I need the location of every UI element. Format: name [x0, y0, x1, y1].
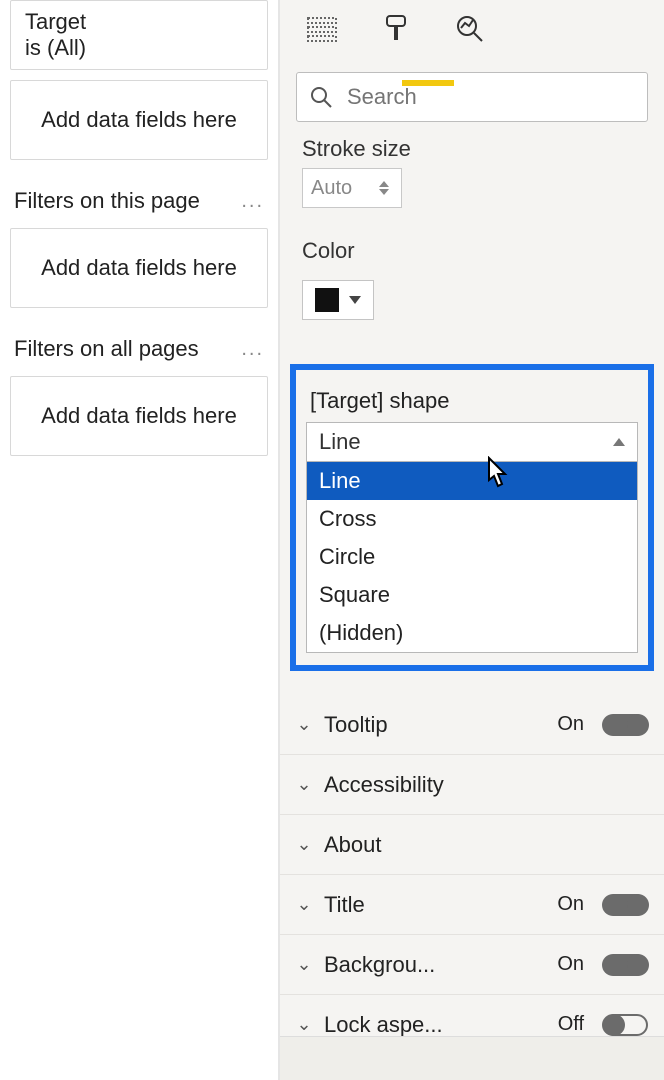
page-filters-more-icon[interactable]: ...: [241, 190, 264, 213]
target-shape-options: Line Cross Circle Square (Hidden): [306, 462, 638, 653]
target-shape-group: [Target] shape Line Line Cross Circle Sq…: [290, 364, 654, 671]
color-swatch: [315, 288, 339, 312]
all-pages-filters-more-icon[interactable]: ...: [241, 338, 264, 361]
search-box[interactable]: [296, 72, 648, 122]
caret-down-icon: [349, 296, 361, 304]
section-title: Lock aspe...: [324, 1012, 546, 1038]
section-title: Tooltip: [324, 712, 545, 738]
toggle-state: Off: [558, 1013, 584, 1036]
shape-option-cross[interactable]: Cross: [307, 500, 637, 538]
section-accessibility[interactable]: ⌄ Accessibility: [280, 755, 664, 815]
format-panel: Stroke size Auto Color [Target] shape Li…: [279, 0, 664, 1080]
visual-filter-card[interactable]: Target is (All): [10, 0, 268, 70]
stroke-size-stepper[interactable]: [379, 181, 393, 195]
section-title: About: [324, 832, 648, 858]
chevron-down-icon: ⌄: [296, 714, 312, 735]
chevron-down-icon: ⌄: [296, 774, 312, 795]
footer-strip: [280, 1036, 664, 1080]
stroke-size-label: Stroke size: [280, 132, 664, 168]
active-tab-indicator: [402, 80, 454, 86]
filter-field-name: Target: [25, 9, 253, 35]
color-label: Color: [280, 234, 664, 270]
shape-option-circle[interactable]: Circle: [307, 538, 637, 576]
all-pages-filter-dropzone[interactable]: Add data fields here: [10, 376, 268, 456]
filter-restatement: is (All): [25, 35, 253, 61]
all-pages-filters-heading: Filters on all pages: [14, 336, 199, 362]
visual-filter-dropzone[interactable]: Add data fields here: [10, 80, 268, 160]
stroke-size-input[interactable]: Auto: [302, 168, 402, 208]
toggle-state: On: [557, 893, 584, 916]
chevron-down-icon: ⌄: [296, 894, 312, 915]
chevron-up-icon[interactable]: [379, 181, 389, 187]
shape-option-line[interactable]: Line: [307, 462, 637, 500]
chevron-up-icon: [613, 438, 625, 446]
toggle-state: On: [557, 953, 584, 976]
tooltip-toggle[interactable]: [602, 714, 648, 736]
toggle-state: On: [557, 713, 584, 736]
title-toggle[interactable]: [602, 894, 648, 916]
section-tooltip[interactable]: ⌄ Tooltip On: [280, 695, 664, 755]
page-filters-heading: Filters on this page: [14, 188, 200, 214]
section-background[interactable]: ⌄ Backgrou... On: [280, 935, 664, 995]
section-title: Backgrou...: [324, 952, 545, 978]
chevron-down-icon: ⌄: [296, 834, 312, 855]
shape-option-hidden[interactable]: (Hidden): [307, 614, 637, 652]
color-picker-button[interactable]: [302, 280, 374, 320]
chevron-down-icon[interactable]: [379, 189, 389, 195]
target-shape-selected: Line: [319, 429, 361, 455]
section-about[interactable]: ⌄ About: [280, 815, 664, 875]
shape-option-square[interactable]: Square: [307, 576, 637, 614]
target-shape-label: [Target] shape: [310, 388, 638, 414]
background-toggle[interactable]: [602, 954, 648, 976]
target-shape-select[interactable]: Line: [306, 422, 638, 462]
section-title-format[interactable]: ⌄ Title On: [280, 875, 664, 935]
page-filter-dropzone[interactable]: Add data fields here: [10, 228, 268, 308]
search-icon: [309, 85, 333, 109]
lock-aspect-toggle[interactable]: [602, 1014, 648, 1036]
analytics-tab-icon[interactable]: [453, 12, 487, 46]
section-title: Title: [324, 892, 545, 918]
search-input[interactable]: [347, 84, 635, 110]
filters-panel: Target is (All) Add data fields here Fil…: [0, 0, 279, 1080]
format-tab-icon[interactable]: [379, 12, 413, 46]
stroke-size-value: Auto: [311, 177, 352, 200]
section-title: Accessibility: [324, 772, 648, 798]
fields-tab-icon[interactable]: [305, 12, 339, 46]
chevron-down-icon: ⌄: [296, 954, 312, 975]
chevron-down-icon: ⌄: [296, 1014, 312, 1035]
